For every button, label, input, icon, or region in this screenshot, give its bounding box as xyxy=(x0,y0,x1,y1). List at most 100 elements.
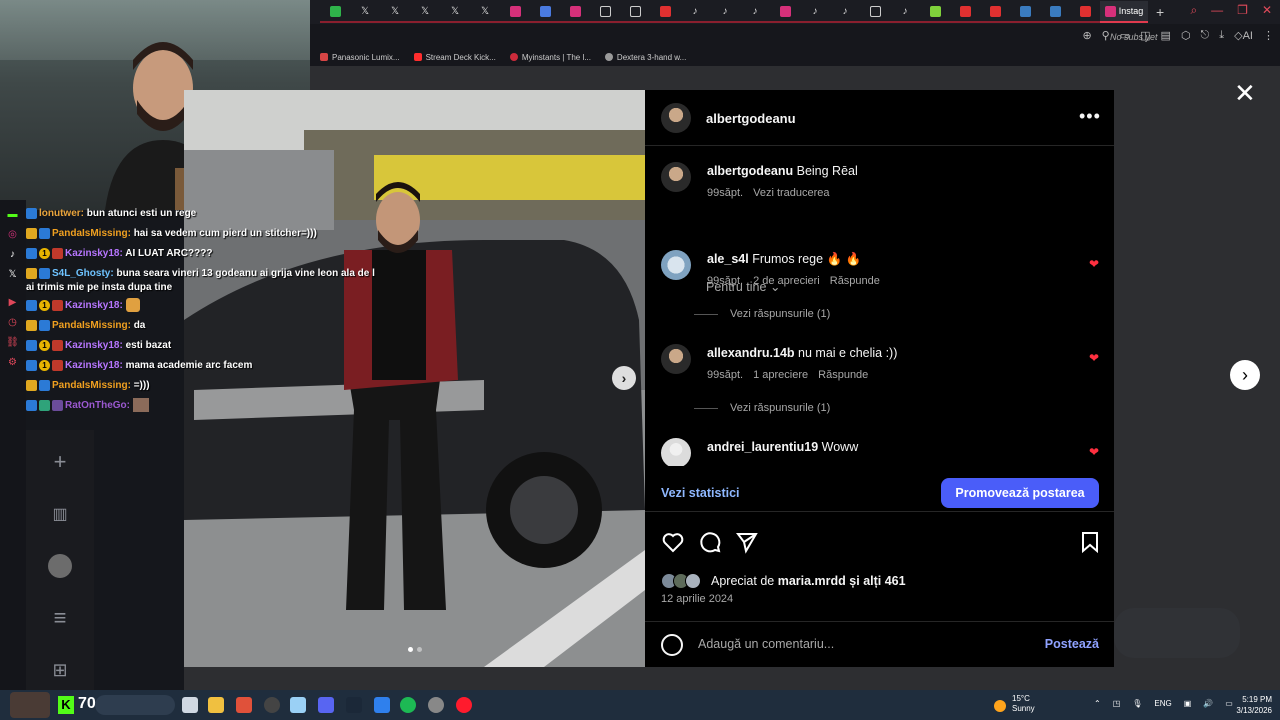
volume-icon[interactable]: 🔊 xyxy=(1203,699,1213,708)
commenter-username[interactable]: andrei_laurentiu19 xyxy=(707,440,818,454)
microphone-icon[interactable]: 🎙 xyxy=(1132,699,1142,708)
minimize-icon[interactable]: — xyxy=(1211,3,1223,18)
next-post-arrow[interactable]: › xyxy=(1230,360,1260,390)
author-username[interactable]: albertgodeanu xyxy=(706,111,796,126)
tab-tiktok-6[interactable]: ♪ xyxy=(890,1,920,23)
commenter-avatar[interactable] xyxy=(661,438,691,466)
close-window-icon[interactable]: ✕ xyxy=(1262,3,1272,18)
post-comment-button[interactable]: Postează xyxy=(1045,637,1099,651)
liked-heart-icon[interactable]: ❤ xyxy=(1089,445,1099,459)
create-plus-icon[interactable]: + xyxy=(48,449,72,474)
new-tab-button[interactable]: + xyxy=(1156,4,1164,20)
reply-button[interactable]: Răspunde xyxy=(830,275,880,287)
tab-stats[interactable] xyxy=(320,1,350,23)
comment-input[interactable]: Adaugă un comentariu... xyxy=(698,637,834,651)
view-insights-link[interactable]: Vezi statistici xyxy=(661,486,740,500)
reader-icon[interactable]: ▤ xyxy=(1161,29,1171,42)
profile-avatar[interactable] xyxy=(48,554,72,578)
liked-by-user[interactable]: maria.mrdd xyxy=(778,574,846,588)
share-send-icon[interactable] xyxy=(735,530,759,554)
insights-icon[interactable]: ▥ xyxy=(48,502,72,526)
commenter-username[interactable]: allexandru.14b xyxy=(707,346,795,360)
spotify-icon[interactable] xyxy=(400,697,416,713)
app-icon[interactable] xyxy=(374,697,390,713)
commenter-avatar[interactable] xyxy=(661,344,691,374)
tab-x-1[interactable]: 𝕏 xyxy=(350,1,380,23)
tab-page-1[interactable] xyxy=(590,1,620,23)
brave-icon[interactable] xyxy=(236,697,252,713)
bookmark-save-icon[interactable] xyxy=(1078,530,1102,554)
camera-icon[interactable]: ◫ xyxy=(1140,29,1150,42)
discord-icon[interactable] xyxy=(318,697,334,713)
author-avatar[interactable] xyxy=(661,103,691,133)
screenshot-icon[interactable]: ▭ xyxy=(1120,29,1130,42)
tab-tiktok-3[interactable]: ♪ xyxy=(740,1,770,23)
author-avatar[interactable] xyxy=(661,162,691,192)
photo-next-arrow[interactable]: › xyxy=(612,366,636,390)
liked-heart-icon[interactable]: ❤ xyxy=(1089,351,1099,365)
tab-tiktok-2[interactable]: ♪ xyxy=(710,1,740,23)
extension-icon[interactable]: ⬡ xyxy=(1181,29,1191,42)
emoji-picker-icon[interactable] xyxy=(661,634,683,656)
tab-instagram-2[interactable] xyxy=(560,1,590,23)
liked-heart-icon[interactable]: ❤ xyxy=(1089,257,1099,271)
tab-tiktok-5[interactable]: ♪ xyxy=(830,1,860,23)
opera-icon[interactable] xyxy=(456,697,472,713)
comment-likes[interactable]: 2 de aprecieri xyxy=(753,275,820,287)
tab-tiktok-4[interactable]: ♪ xyxy=(800,1,830,23)
like-heart-icon[interactable] xyxy=(661,530,685,554)
more-menu-icon[interactable]: ≡ xyxy=(48,605,72,630)
tab-page-3[interactable] xyxy=(860,1,890,23)
bookmark-item[interactable]: Myinstants | The l... xyxy=(509,53,591,62)
network-icon[interactable]: ▣ xyxy=(1184,699,1192,708)
tab-page-2[interactable] xyxy=(620,1,650,23)
tab-instagram-3[interactable] xyxy=(770,1,800,23)
tab-instagram-active[interactable]: Instag xyxy=(1100,1,1148,23)
apps-grid-icon[interactable]: ⊞ xyxy=(48,658,72,682)
tray-app-icon[interactable]: ◳ xyxy=(1113,699,1121,708)
bookmark-item[interactable]: Panasonic Lumix... xyxy=(320,53,400,62)
commenter-username[interactable]: ale_s4l xyxy=(707,252,749,266)
file-explorer-icon[interactable] xyxy=(208,697,224,713)
tab-x-4[interactable]: 𝕏 xyxy=(440,1,470,23)
system-clock[interactable]: 5:19 PM 3/13/2026 xyxy=(1232,694,1272,716)
tab-docs[interactable] xyxy=(530,1,560,23)
tab-puzzle[interactable] xyxy=(920,1,950,23)
app-icon[interactable] xyxy=(428,697,444,713)
tab-x-5[interactable]: 𝕏 xyxy=(470,1,500,23)
bookmark-item[interactable]: Dextera 3-hand w... xyxy=(604,53,686,62)
tab-youtube-4[interactable] xyxy=(1070,1,1100,23)
view-replies[interactable]: Vezi răspunsurile (1) xyxy=(694,308,830,320)
comment-icon[interactable] xyxy=(698,530,722,554)
task-view-icon[interactable] xyxy=(182,697,198,713)
message-bubble[interactable] xyxy=(1114,608,1240,658)
bookmark-item[interactable]: Stream Deck Kick... xyxy=(413,53,496,62)
taskbar-search[interactable] xyxy=(95,695,175,715)
store-icon[interactable] xyxy=(290,697,306,713)
tab-steam-2[interactable] xyxy=(1040,1,1070,23)
tab-tiktok-1[interactable]: ♪ xyxy=(680,1,710,23)
tab-youtube-2[interactable] xyxy=(950,1,980,23)
zoom-icon[interactable]: ⊕ xyxy=(1082,29,1091,42)
pin-icon[interactable]: ⚲ xyxy=(1102,29,1110,42)
commenter-avatar[interactable] xyxy=(661,250,691,280)
chevron-up-icon[interactable]: ⌃ xyxy=(1094,699,1101,708)
tab-instagram-1[interactable] xyxy=(500,1,530,23)
view-replies[interactable]: Vezi răspunsurile (1) xyxy=(694,402,830,414)
download-icon[interactable]: ⤓ xyxy=(1219,29,1224,42)
caption-username[interactable]: albertgodeanu xyxy=(707,164,793,178)
tab-youtube-1[interactable] xyxy=(650,1,680,23)
restore-icon[interactable]: ❐ xyxy=(1237,3,1248,18)
streamer-avatar[interactable] xyxy=(10,692,50,718)
more-options-icon[interactable]: ••• xyxy=(1079,106,1101,127)
tab-x-2[interactable]: 𝕏 xyxy=(380,1,410,23)
steam-icon[interactable] xyxy=(346,697,362,713)
language-indicator[interactable]: ENG xyxy=(1154,699,1171,708)
close-icon[interactable]: ✕ xyxy=(1234,80,1256,106)
tab-x-3[interactable]: 𝕏 xyxy=(410,1,440,23)
obs-icon[interactable] xyxy=(264,697,280,713)
see-translation-link[interactable]: Vezi traducerea xyxy=(753,187,829,199)
reply-button[interactable]: Răspunde xyxy=(818,369,868,381)
promote-post-button[interactable]: Promovează postarea xyxy=(941,478,1099,508)
share-icon[interactable]: ⎋ xyxy=(1201,29,1210,42)
